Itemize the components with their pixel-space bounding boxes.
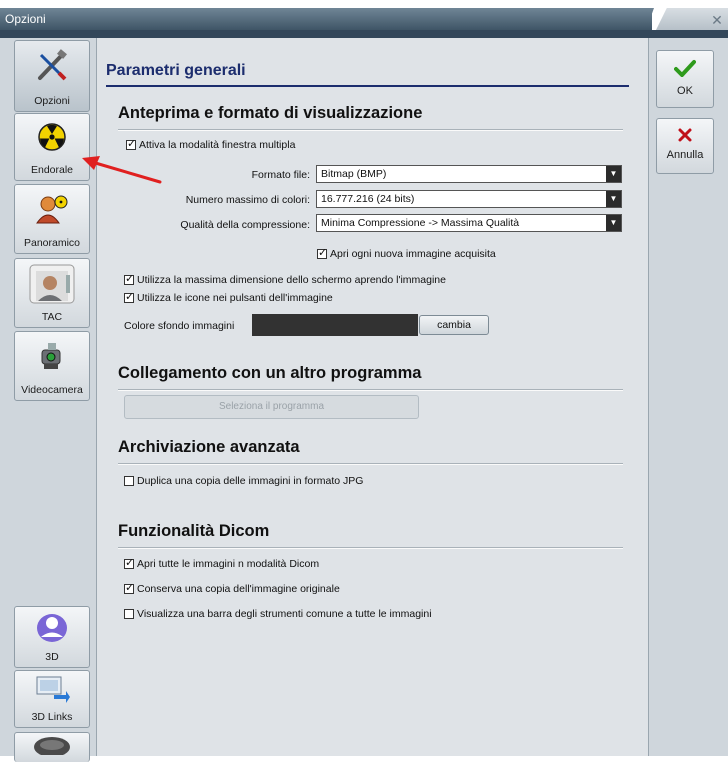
checkbox-label: Duplica una copia delle immagini in form… [137, 475, 364, 487]
checkbox-label: Apri tutte le immagini n modalità Dicom [137, 558, 320, 570]
annotation-arrow [82, 156, 162, 184]
section-divider [118, 389, 623, 390]
duplicate-jpg-checkbox[interactable]: Duplica una copia delle immagini in form… [124, 475, 363, 487]
open-dicom-checkbox[interactable]: Apri tutte le immagini n modalità Dicom [124, 556, 320, 570]
ok-button[interactable]: OK [656, 50, 714, 108]
max-colors-label: Numero massimo di colori: [185, 194, 310, 206]
checkbox-label: Utilizza le icone nei pulsanti dell'imma… [137, 292, 333, 304]
cancel-label: Annulla [666, 149, 704, 161]
sidebar-item-label: Endorale [30, 164, 74, 176]
file-format-select[interactable]: Bitmap (BMP) ▼ [316, 165, 622, 183]
sidebar-item-label: Opzioni [34, 95, 70, 107]
checkbox-label: Utilizza la massima dimensione dello sch… [137, 274, 446, 286]
checkbox-label: Conserva una copia dell'immagine origina… [137, 583, 340, 595]
scanner-icon [28, 263, 76, 308]
checkbox-box[interactable] [124, 272, 134, 285]
title-bar: Opzioni ✕ [0, 0, 728, 30]
cancel-button[interactable]: Annulla [656, 118, 714, 174]
sidebar-item-3d[interactable]: 3D [14, 606, 90, 668]
window-title: Opzioni [0, 8, 652, 30]
page-title: Parametri generali [106, 62, 246, 79]
compression-label: Qualità della compressione: [180, 219, 310, 231]
section-divider [118, 547, 623, 548]
section-heading-dicom: Funzionalità Dicom [118, 522, 270, 540]
close-button[interactable]: ✕ [708, 11, 726, 29]
checkbox-label: Visualizza una barra degli strumenti com… [137, 608, 432, 620]
sidebar-item-videocamera[interactable]: Videocamera [14, 331, 90, 401]
ok-label: OK [677, 85, 693, 97]
camera-icon [38, 340, 66, 375]
chevron-down-icon[interactable]: ▼ [606, 191, 621, 207]
section-heading-preview: Anteprima e formato di visualizzazione [118, 104, 423, 122]
bg-color-label: Colore sfondo immagini [124, 320, 235, 332]
max-colors-select[interactable]: 16.777.216 (24 bits) ▼ [316, 190, 622, 208]
keep-copy-checkbox[interactable]: Conserva una copia dell'immagine origina… [124, 581, 340, 595]
section-divider [118, 129, 623, 130]
chevron-down-icon[interactable]: ▼ [606, 166, 621, 182]
change-color-button[interactable]: cambia [419, 315, 489, 335]
max-screen-checkbox[interactable]: Utilizza la massima dimensione dello sch… [124, 272, 446, 286]
checkbox-box[interactable] [126, 137, 136, 150]
sidebar-item-label: TAC [41, 311, 63, 323]
open-new-image-checkbox[interactable]: Apri ogni nuova immagine acquisita [317, 246, 496, 260]
user-radiation-icon [35, 193, 69, 228]
select-value: Minima Compressione -> Massima Qualità [321, 217, 520, 229]
select-value: 16.777.216 (24 bits) [321, 193, 415, 205]
sidebar-item-label: 3D [45, 651, 59, 663]
checkbox-box[interactable] [124, 476, 134, 486]
file-format-label: Formato file: [251, 169, 310, 181]
section-divider [118, 463, 623, 464]
sidebar-item-opzioni[interactable]: Opzioni [14, 40, 90, 112]
x-icon [657, 127, 713, 146]
checkbox-box[interactable] [124, 556, 134, 569]
sidebar-item-3d-links[interactable]: 3D Links [14, 670, 90, 728]
sidebar-item-label: Videocamera [21, 384, 83, 396]
compression-select[interactable]: Minima Compressione -> Massima Qualità ▼ [316, 214, 622, 232]
checkbox-box[interactable] [124, 581, 134, 594]
common-toolbar-checkbox[interactable]: Visualizza una barra degli strumenti com… [124, 608, 432, 620]
sidebar-item-partial[interactable] [14, 732, 90, 762]
sidebar-item-endorale[interactable]: Endorale [14, 113, 90, 181]
sidebar-item-panoramico[interactable]: Panoramico [14, 184, 90, 254]
checkbox-label: Apri ogni nuova immagine acquisita [330, 248, 496, 260]
tools-icon [35, 49, 69, 86]
checkbox-box[interactable] [124, 609, 134, 619]
title-divider [106, 85, 629, 87]
bg-color-swatch [252, 314, 418, 336]
title-bar-band [0, 30, 728, 38]
checkbox-box[interactable] [317, 246, 327, 259]
use-icons-checkbox[interactable]: Utilizza le icone nei pulsanti dell'imma… [124, 290, 333, 304]
sidebar-item-tac[interactable]: TAC [14, 258, 90, 328]
section-heading-link: Collegamento con un altro programma [118, 364, 422, 382]
select-program-button[interactable]: Seleziona il programma [124, 395, 419, 419]
sidebar-item-label: 3D Links [31, 711, 73, 723]
skull-icon [32, 735, 72, 758]
monitor-link-icon [34, 675, 70, 708]
select-value: Bitmap (BMP) [321, 168, 387, 180]
user-3d-icon [35, 612, 69, 647]
checkbox-box[interactable] [124, 290, 134, 303]
check-icon [657, 59, 713, 80]
section-heading-archive: Archiviazione avanzata [118, 438, 300, 456]
radiation-icon [37, 122, 67, 155]
sidebar-item-label: Panoramico [23, 237, 81, 249]
chevron-down-icon[interactable]: ▼ [606, 215, 621, 231]
